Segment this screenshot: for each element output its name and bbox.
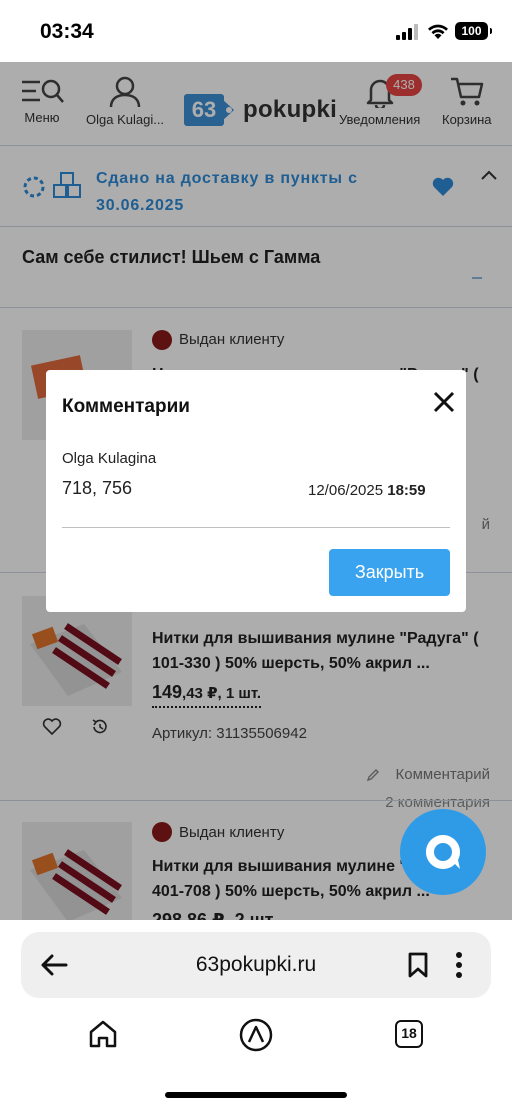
bookmark-icon[interactable] bbox=[406, 951, 430, 979]
clock: 03:34 bbox=[40, 20, 94, 43]
battery-icon: 100 bbox=[455, 22, 492, 40]
signal-icon bbox=[396, 24, 418, 40]
dialog-title: Комментарии bbox=[62, 396, 190, 417]
home-indicator bbox=[165, 1092, 347, 1098]
wifi-icon bbox=[428, 24, 448, 39]
tabs-counter-button[interactable]: 18 bbox=[395, 1020, 423, 1048]
close-button[interactable]: Закрыть bbox=[329, 549, 450, 596]
comment-datetime: 12/06/2025 18:59 bbox=[308, 482, 426, 499]
comment-author: Olga Kulagina bbox=[62, 450, 157, 467]
close-icon[interactable] bbox=[430, 388, 458, 416]
chat-bubble-icon bbox=[425, 834, 460, 869]
comments-dialog: Комментарии Olga Kulagina 718, 756 12/06… bbox=[46, 370, 466, 612]
divider bbox=[62, 527, 450, 528]
address-bar[interactable]: 63pokupki.ru bbox=[21, 932, 491, 998]
comment-time: 18:59 bbox=[387, 482, 426, 499]
back-arrow-icon[interactable] bbox=[39, 951, 69, 979]
status-bar: 03:34 100 bbox=[0, 0, 512, 62]
browser-toolbar: 63pokupki.ru 18 bbox=[0, 920, 512, 1108]
more-vertical-icon[interactable] bbox=[453, 951, 465, 979]
alice-assistant-icon[interactable] bbox=[238, 1017, 274, 1053]
comment-text: 718, 756 bbox=[62, 478, 133, 498]
comment-date: 12/06/2025 bbox=[308, 482, 384, 499]
chat-button[interactable] bbox=[400, 809, 486, 895]
home-icon[interactable] bbox=[87, 1018, 119, 1050]
